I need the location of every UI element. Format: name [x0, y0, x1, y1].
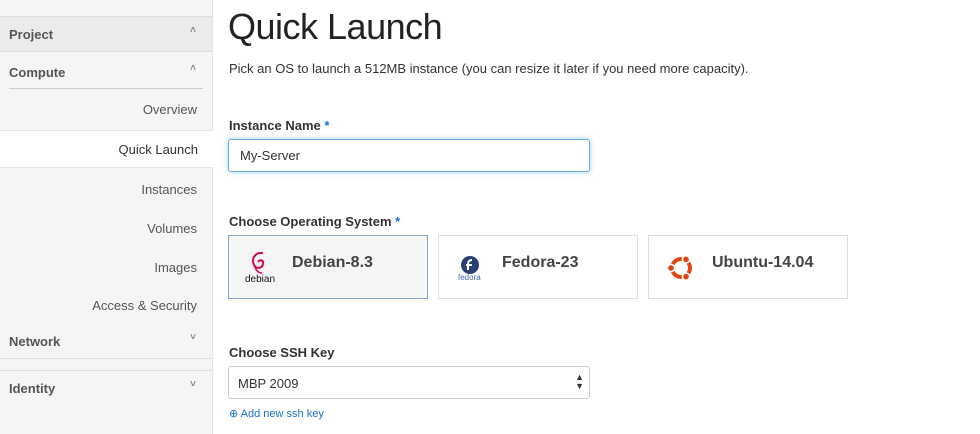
sidebar-item-label: Quick Launch: [118, 142, 199, 157]
sidebar-section-project[interactable]: Project ˄: [0, 16, 212, 52]
plus-circle-icon: ⊕: [229, 408, 239, 420]
required-mark: *: [395, 214, 401, 229]
os-option-ubuntu[interactable]: Ubuntu-14.04: [648, 235, 848, 299]
sidebar-item-label: Volumes: [147, 221, 197, 236]
os-option-name: Debian-8.3: [292, 254, 373, 271]
sidebar-item-overview[interactable]: Overview: [0, 91, 212, 127]
sidebar-item-images[interactable]: Images: [0, 249, 212, 285]
chevron-down-icon: ˅: [190, 379, 196, 390]
fedora-logo-text: fedora: [458, 273, 481, 282]
chevron-up-icon: ˄: [190, 25, 196, 36]
sidebar-item-volumes[interactable]: Volumes: [0, 210, 212, 246]
ubuntu-logo-icon: [666, 255, 692, 281]
add-ssh-key-link[interactable]: ⊕ Add new ssh key: [229, 407, 324, 420]
select-arrows-icon: ▲ ▼: [575, 372, 584, 391]
sidebar-item-label: Overview: [142, 102, 197, 117]
os-option-fedora[interactable]: fedora Fedora-23: [438, 235, 638, 299]
sidebar-section-identity[interactable]: Identity ˅: [0, 370, 212, 405]
sidebar-item-quick-launch[interactable]: Quick Launch: [0, 130, 213, 168]
divider: [9, 88, 203, 89]
sidebar-section-compute[interactable]: Compute ˄: [0, 55, 212, 89]
sidebar-item-label: Access & Security: [92, 298, 197, 313]
os-option-name: Fedora-23: [502, 254, 579, 271]
page-title: Quick Launch: [228, 6, 443, 47]
required-mark: *: [324, 118, 330, 133]
sidebar-item-label: Images: [154, 260, 197, 275]
label-text: Choose Operating System: [229, 214, 392, 229]
ssh-key-selected-value: MBP 2009: [238, 376, 299, 391]
label-text: Instance Name: [229, 118, 321, 133]
add-ssh-key-label: Add new ssh key: [240, 408, 324, 420]
sidebar-item-instances[interactable]: Instances: [0, 171, 212, 207]
sidebar-section-network[interactable]: Network ˅: [0, 324, 212, 359]
chevron-down-icon: ˅: [190, 332, 196, 343]
sidebar-item-label: Instances: [141, 182, 197, 197]
ssh-key-label: Choose SSH Key: [229, 345, 335, 360]
ssh-key-select[interactable]: MBP 2009 ▲ ▼: [228, 366, 590, 399]
instance-name-label: Instance Name *: [229, 118, 329, 133]
instance-name-input[interactable]: [228, 139, 590, 172]
section-label: Identity: [9, 381, 56, 396]
page-subtitle: Pick an OS to launch a 512MB instance (y…: [229, 61, 749, 76]
chevron-up-icon: ˄: [190, 63, 196, 74]
sidebar-item-access-security[interactable]: Access & Security: [0, 287, 212, 323]
os-option-debian[interactable]: debian Debian-8.3: [228, 235, 428, 299]
debian-logo-text: debian: [245, 274, 276, 285]
os-label: Choose Operating System *: [229, 214, 400, 229]
section-label: Network: [9, 334, 61, 349]
sidebar: Project ˄ Compute ˄ Overview Quick Launc…: [0, 0, 213, 434]
section-label: Compute: [9, 65, 66, 80]
section-label: Project: [9, 27, 54, 42]
os-option-name: Ubuntu-14.04: [712, 254, 814, 271]
